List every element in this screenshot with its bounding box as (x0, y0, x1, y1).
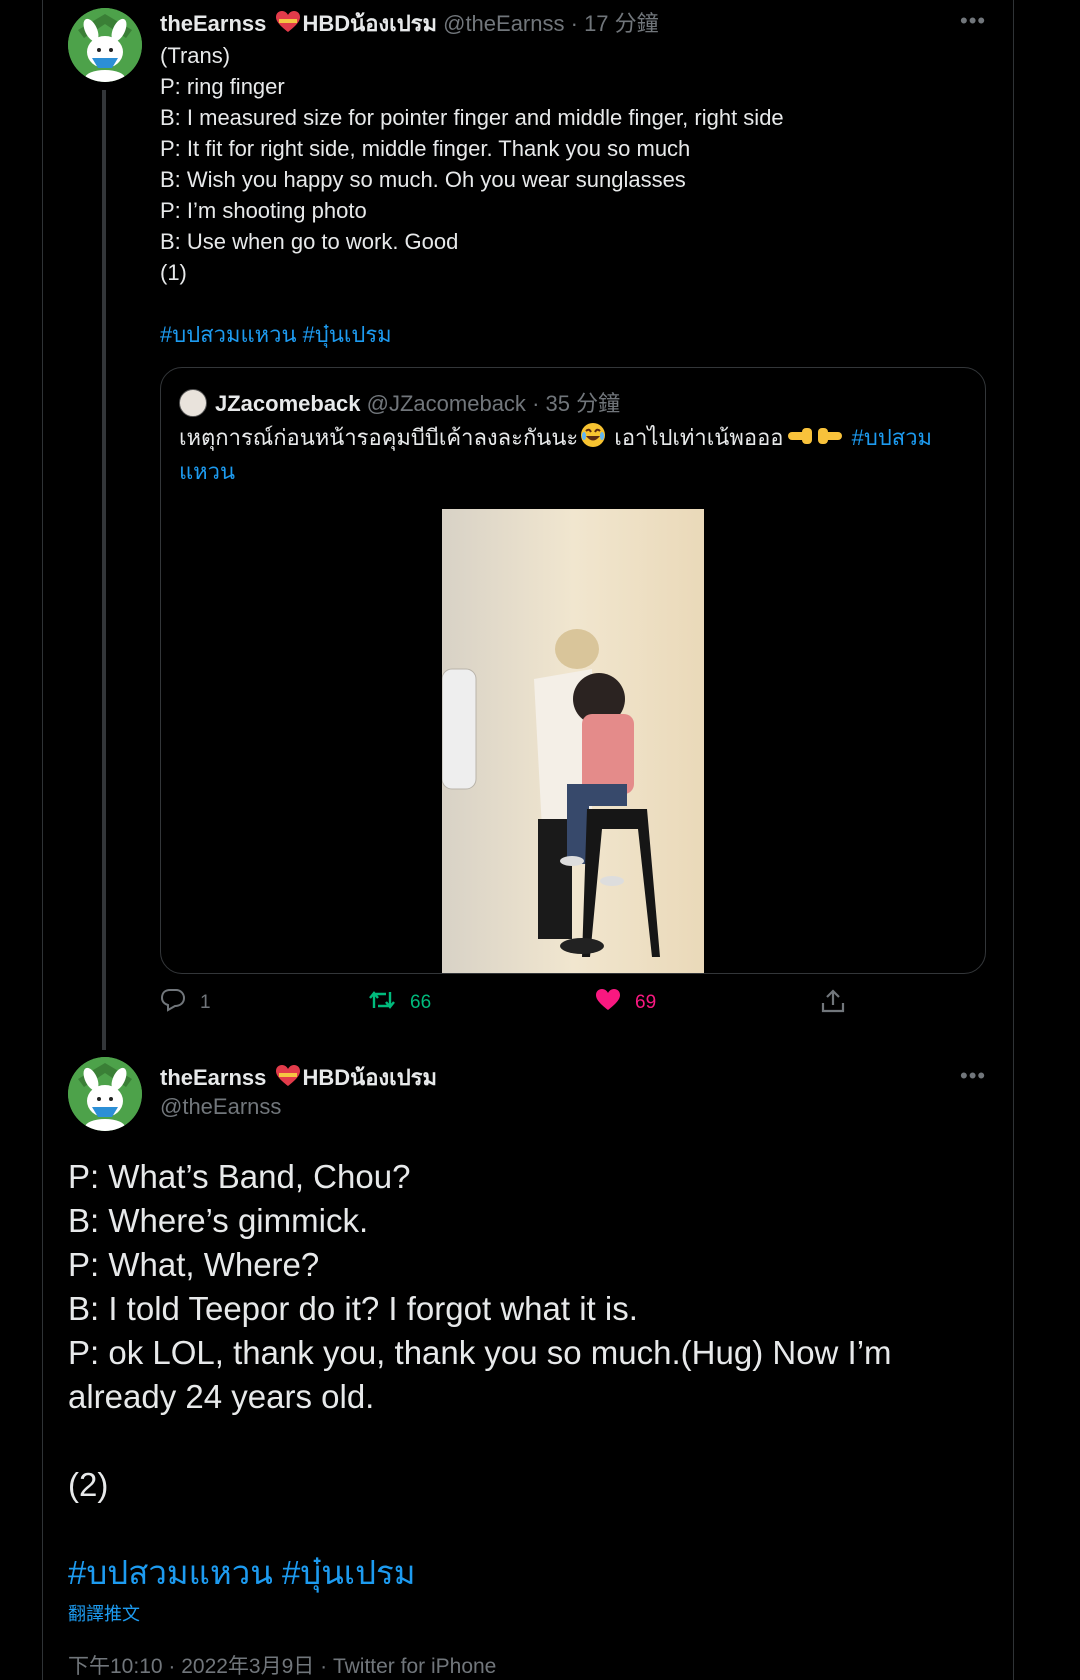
tweet-line: P: ok LOL, thank you, thank you so much.… (68, 1334, 892, 1415)
name-suffix[interactable]: HBDน้องเปรม (303, 1065, 437, 1090)
pointing-hands-emoji (786, 424, 844, 456)
heart-gift-emoji (275, 10, 301, 40)
tweet-line: (2) (68, 1466, 109, 1503)
tweet-line: B: I measured size for pointer finger an… (160, 105, 784, 130)
timestamp[interactable]: · 17 分鐘 (571, 11, 659, 36)
tweet-line: B: I told Teepor do it? I forgot what it… (68, 1290, 638, 1327)
tweet-line (68, 1419, 988, 1463)
tweet-line: P: I’m shooting photo (160, 198, 367, 223)
quoted-tweet[interactable]: JZacomeback @JZacomeback · 35 分鐘 เหตุการ… (160, 367, 986, 974)
quote-timestamp[interactable]: · 35 分鐘 (532, 391, 620, 416)
quote-display-name[interactable]: JZacomeback (215, 391, 361, 416)
tweet-line: (Trans) (160, 43, 231, 68)
tweet-line: B: Wish you happy so much. Oh you wear s… (160, 167, 686, 192)
quote-text-part: เหตุการณ์ก่อนหน้ารอคุมบีบีเค้าลงละกันนะ (179, 425, 579, 450)
hashtag-links[interactable]: #บปสวมแหวน #บุ๋นเปรม (160, 319, 784, 350)
heart-icon (595, 988, 635, 1018)
like-count: 69 (635, 992, 657, 1013)
tweet-meta[interactable]: 下午10:10 · 2022年3月9日 · Twitter for iPhone (68, 1650, 496, 1680)
reply-icon (160, 988, 200, 1018)
tweet-line: P: It fit for right side, middle finger.… (160, 136, 691, 161)
tweet-line: P: What, Where? (68, 1246, 320, 1283)
tweet-text: (Trans) P: ring finger B: I measured siz… (160, 40, 784, 350)
name-suffix[interactable]: HBDน้องเปรม (303, 11, 437, 36)
retweet-button[interactable]: 66 (368, 988, 431, 1018)
more-icon[interactable]: ••• (960, 8, 986, 34)
quote-header: JZacomeback @JZacomeback · 35 分鐘 (179, 386, 620, 418)
quote-text: เหตุการณ์ก่อนหน้ารอคุมบีบีเค้าลงละกันนะ … (179, 422, 959, 487)
handle[interactable]: @theEarnss (160, 1094, 281, 1120)
display-name[interactable]: theEarnss (160, 11, 266, 36)
tweet-header: theEarnss HBDน้องเปรม (160, 1060, 437, 1095)
translate-link[interactable]: 翻譯推文 (68, 1600, 140, 1626)
reply-count: 1 (200, 992, 211, 1013)
retweet-icon (368, 988, 410, 1018)
quote-text-part: เอาไปเท่าเน้พอออ (608, 425, 784, 450)
tweet-line: B: Use when go to work. Good (160, 229, 459, 254)
tweet-line: P: What’s Band, Chou? (68, 1158, 411, 1195)
like-button[interactable]: 69 (595, 988, 656, 1018)
laughing-emoji (580, 422, 606, 456)
tweet-line: B: Where’s gimmick. (68, 1202, 369, 1239)
avatar[interactable] (68, 1057, 142, 1131)
retweet-count: 66 (410, 992, 432, 1013)
tweet-text: P: What’s Band, Chou? B: Where’s gimmick… (68, 1155, 988, 1595)
heart-gift-emoji (275, 1064, 301, 1094)
share-button[interactable] (820, 988, 860, 1020)
thread-line (102, 90, 106, 1050)
display-name[interactable]: theEarnss (160, 1065, 266, 1090)
share-icon (820, 988, 860, 1020)
tweet-actions: 1 66 69 (160, 988, 860, 1028)
hashtag-links[interactable]: #บปสวมแหวน #บุ๋นเปรม (68, 1551, 988, 1595)
quote-handle[interactable]: @JZacomeback (367, 391, 526, 416)
quote-avatar[interactable] (179, 389, 207, 417)
more-icon[interactable]: ••• (960, 1063, 986, 1089)
tweet-header: theEarnss HBDน้องเปรม @theEarnss · 17 分鐘 (160, 6, 659, 41)
reply-button[interactable]: 1 (160, 988, 211, 1018)
video-thumbnail[interactable] (442, 509, 704, 973)
handle[interactable]: @theEarnss (443, 11, 564, 36)
avatar[interactable] (68, 8, 142, 82)
tweet-line: (1) (160, 260, 187, 285)
tweet-line: P: ring finger (160, 74, 285, 99)
